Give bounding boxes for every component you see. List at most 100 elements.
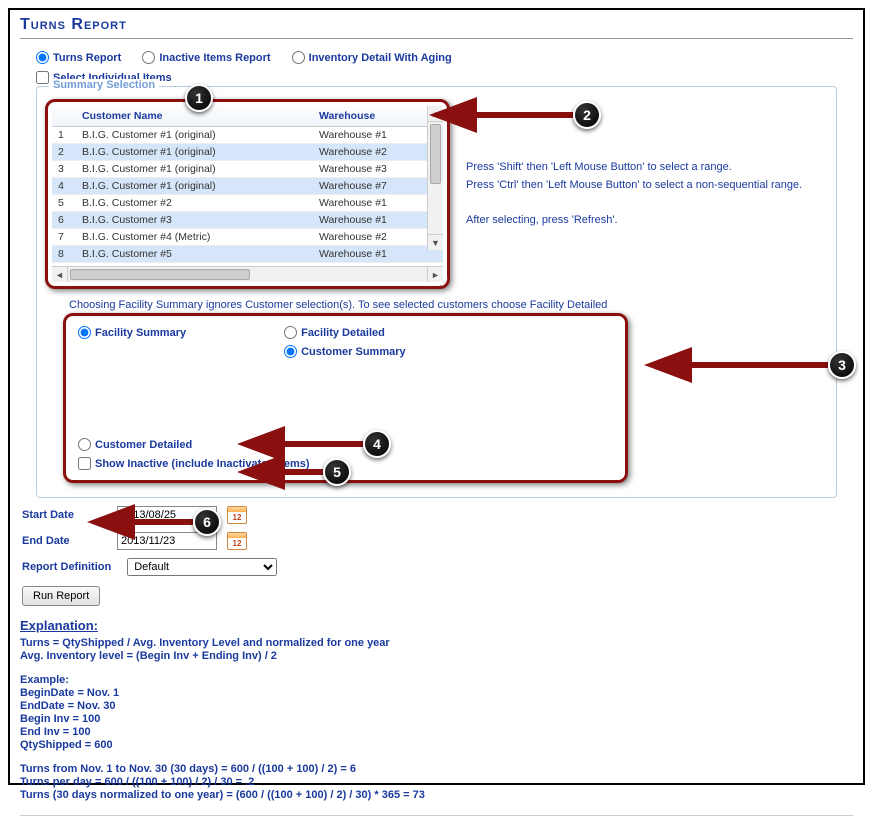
radio-inactive-label: Inactive Items Report [159,52,270,64]
explanation-title: Explanation: [20,618,853,633]
explanation-line: EndDate = Nov. 30 [20,700,853,712]
cell-customer: B.I.G. Customer #4 (Metric) [76,229,313,246]
explanation-line: Avg. Inventory level = (Begin Inv + Endi… [20,650,853,662]
page-title: Turns Report [20,16,853,39]
cell-customer: B.I.G. Customer #3 [76,212,313,229]
explanation-line: Turns from Nov. 1 to Nov. 30 (30 days) =… [20,763,853,775]
table-row[interactable]: 7B.I.G. Customer #4 (Metric)Warehouse #2 [52,229,443,246]
end-date-input[interactable] [117,532,217,550]
cell-customer: B.I.G. Customer #2 [76,195,313,212]
select-individual-checkbox[interactable] [36,71,49,84]
show-inactive-label: Show Inactive (include Inactivated Items… [95,458,310,470]
table-row[interactable]: 2B.I.G. Customer #1 (original)Warehouse … [52,144,443,161]
scroll-thumb-vertical[interactable] [430,124,441,184]
radio-customer-summary[interactable]: Customer Summary [284,345,406,358]
radio-facility-detailed-input[interactable] [284,326,297,339]
cell-rownum: 3 [52,161,76,178]
report-type-radios: Turns Report Inactive Items Report Inven… [36,51,853,67]
col-rownum[interactable] [52,106,76,127]
summary-selection-title: Summary Selection [49,79,159,91]
table-row[interactable]: 4B.I.G. Customer #1 (original)Warehouse … [52,178,443,195]
run-report-button[interactable]: Run Report [22,586,100,606]
calendar-icon[interactable] [227,532,247,550]
cell-warehouse: Warehouse #1 [313,195,443,212]
radio-inventory-label: Inventory Detail With Aging [309,52,452,64]
radio-turns-report-input[interactable] [36,51,49,64]
scroll-left-arrow-icon[interactable]: ◄ [52,267,68,282]
explanation-line: QtyShipped = 600 [20,739,853,751]
radio-facility-detailed[interactable]: Facility Detailed [284,326,406,339]
customer-grid-scroll[interactable]: Customer Name Warehouse 1B.I.G. Customer… [52,106,443,266]
cell-rownum: 2 [52,144,76,161]
radio-turns-label: Turns Report [53,52,121,64]
radio-turns-report[interactable]: Turns Report [36,51,121,64]
summary-selection-fieldset: Summary Selection Customer Name Warehous… [36,86,837,498]
selection-hints: Press 'Shift' then 'Left Mouse Button' t… [466,159,802,289]
table-row[interactable]: 3B.I.G. Customer #1 (original)Warehouse … [52,161,443,178]
table-row[interactable]: 8B.I.G. Customer #5Warehouse #1 [52,246,443,263]
cell-warehouse: Warehouse #1 [313,246,443,263]
radio-inactive-items[interactable]: Inactive Items Report [142,51,270,64]
cell-rownum: 1 [52,127,76,144]
grid-horizontal-scrollbar[interactable]: ◄ ► [52,266,443,282]
table-row[interactable]: 6B.I.G. Customer #3Warehouse #1 [52,212,443,229]
end-date-label: End Date [22,535,107,547]
start-date-input[interactable] [117,506,217,524]
table-row[interactable]: 5B.I.G. Customer #2Warehouse #1 [52,195,443,212]
cell-customer: B.I.G. Customer #1 (original) [76,178,313,195]
customer-grid-container: Customer Name Warehouse 1B.I.G. Customer… [45,99,450,289]
grid-vertical-scrollbar[interactable]: ▲ ▼ [427,106,443,250]
facility-note: Choosing Facility Summary ignores Custom… [69,299,828,311]
table-row[interactable]: 1B.I.G. Customer #1 (original)Warehouse … [52,127,443,144]
cell-customer: B.I.G. Customer #1 (original) [76,144,313,161]
radio-facility-summary[interactable]: Facility Summary [78,326,186,339]
radio-facility-summary-input[interactable] [78,326,91,339]
scroll-up-arrow-icon[interactable]: ▲ [428,106,443,122]
explanation-line: BeginDate = Nov. 1 [20,687,853,699]
hint-ctrl: Press 'Ctrl' then 'Left Mouse Button' to… [466,177,802,195]
radio-customer-detailed[interactable]: Customer Detailed [78,438,192,451]
cell-warehouse: Warehouse #1 [313,212,443,229]
col-warehouse[interactable]: Warehouse [313,106,443,127]
cell-rownum: 7 [52,229,76,246]
scroll-thumb-horizontal[interactable] [70,269,250,280]
radio-inventory-aging-input[interactable] [292,51,305,64]
hint-shift: Press 'Shift' then 'Left Mouse Button' t… [466,159,802,177]
cell-warehouse: Warehouse #1 [313,127,443,144]
radio-customer-detailed-input[interactable] [78,438,91,451]
cell-rownum: 4 [52,178,76,195]
explanation-line: Turns per day = 600 / ((100 + 100) / 2) … [20,776,853,788]
hint-refresh: After selecting, press 'Refresh'. [466,212,802,230]
resize-grip-icon[interactable]: ⋰ [439,277,449,288]
cell-customer: B.I.G. Customer #1 (original) [76,127,313,144]
calendar-icon[interactable] [227,506,247,524]
explanation-line: Turns = QtyShipped / Avg. Inventory Leve… [20,637,853,649]
cell-warehouse: Warehouse #2 [313,229,443,246]
radio-inventory-aging[interactable]: Inventory Detail With Aging [292,51,452,64]
radio-facility-summary-label: Facility Summary [95,327,186,339]
cell-customer: B.I.G. Customer #1 (original) [76,161,313,178]
explanation-line: End Inv = 100 [20,726,853,738]
cell-rownum: 6 [52,212,76,229]
explanation-line: Begin Inv = 100 [20,713,853,725]
radio-customer-summary-label: Customer Summary [301,346,406,358]
col-customer-name[interactable]: Customer Name [76,106,313,127]
customer-grid[interactable]: Customer Name Warehouse 1B.I.G. Customer… [52,106,443,266]
start-date-label: Start Date [22,509,107,521]
radio-facility-detailed-label: Facility Detailed [301,327,385,339]
cell-customer: B.I.G. Customer #5 [76,246,313,263]
scroll-down-arrow-icon[interactable]: ▼ [428,234,443,250]
radio-customer-summary-input[interactable] [284,345,297,358]
radio-customer-detailed-label: Customer Detailed [95,439,192,451]
radio-inactive-items-input[interactable] [142,51,155,64]
cell-rownum: 8 [52,246,76,263]
report-definition-select[interactable]: Default [127,558,277,576]
cell-warehouse: Warehouse #2 [313,144,443,161]
cell-warehouse: Warehouse #7 [313,178,443,195]
explanation-line: Example: [20,674,853,686]
cell-rownum: 5 [52,195,76,212]
summary-options-box: Facility Summary Facility Detailed Custo… [63,313,628,483]
cell-warehouse: Warehouse #3 [313,161,443,178]
show-inactive-checkbox[interactable] [78,457,91,470]
report-definition-label: Report Definition [22,561,111,573]
